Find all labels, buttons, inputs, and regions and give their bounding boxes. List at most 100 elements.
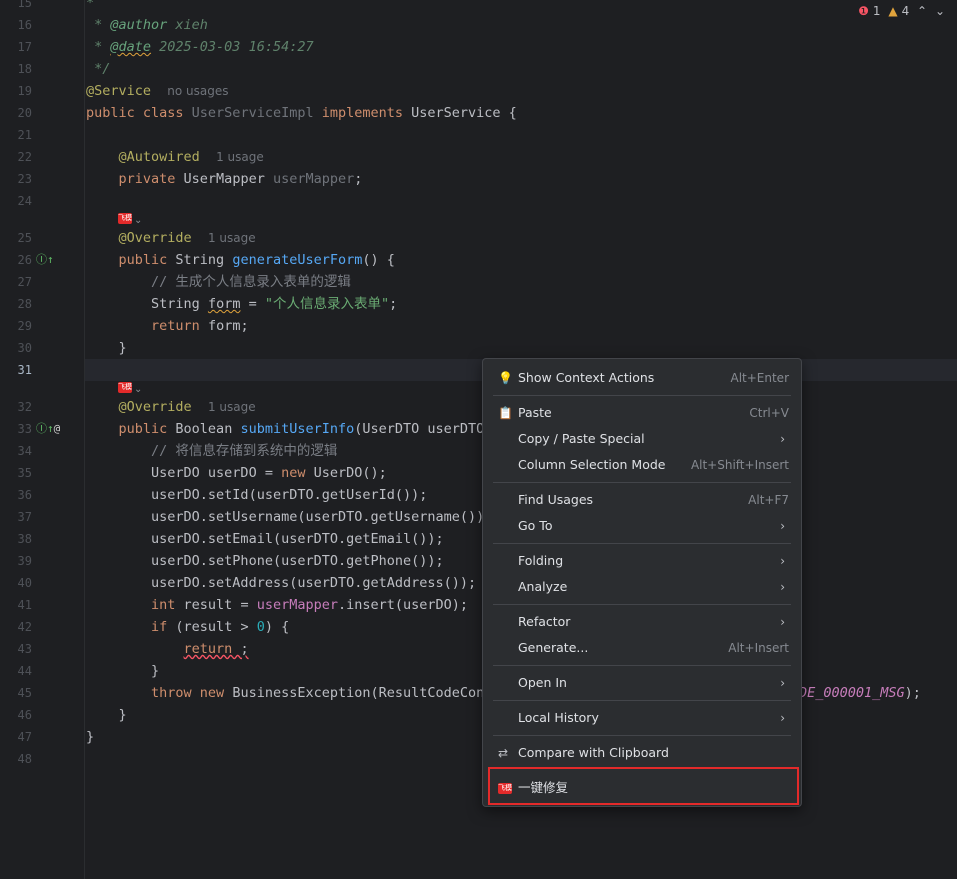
menu-item-folding[interactable]: Folding › <box>483 548 801 574</box>
code-line: @Override 1 usage <box>118 230 256 246</box>
menu-separator <box>493 395 791 396</box>
compare-icon: ⇄ <box>498 746 509 760</box>
error-icon: ❶ <box>858 4 869 18</box>
code-line: public String generateUserForm() { <box>118 252 395 268</box>
line-number: 35 <box>17 466 32 480</box>
menu-separator <box>493 700 791 701</box>
code-line: @Service no usages <box>86 83 229 99</box>
usage-hint[interactable]: no usages <box>167 84 228 98</box>
line-number: 21 <box>17 128 32 142</box>
code-line: // 将信息存储到系统中的逻辑 <box>151 443 338 459</box>
line-number: 43 <box>17 642 32 656</box>
menu-item-copy-paste-special[interactable]: Copy / Paste Special › <box>483 426 801 452</box>
code-line: */ <box>86 61 111 77</box>
implements-gutter-icon[interactable]: Ⓘ↑ <box>36 249 54 271</box>
menu-item-compare-with-clipboard[interactable]: ⇄ Compare with Clipboard <box>483 740 801 766</box>
code-line: } <box>86 729 95 745</box>
warning-count: 4 <box>901 4 910 18</box>
line-number: 47 <box>17 730 32 744</box>
code-line: return form; <box>151 318 249 334</box>
chevron-right-icon: › <box>780 519 785 533</box>
menu-item-paste[interactable]: 📋 Paste Ctrl+V <box>483 400 801 426</box>
code-line: int result = userMapper.insert(userDO); <box>151 597 469 613</box>
chevron-right-icon: › <box>780 676 785 690</box>
line-number: 15 <box>17 0 32 10</box>
chevron-right-icon: › <box>780 615 785 629</box>
next-highlight-icon[interactable]: ⌄ <box>935 4 945 18</box>
menu-item-refactor[interactable]: Refactor › <box>483 609 801 635</box>
usage-hint[interactable]: 1 usage <box>208 400 256 414</box>
line-number: 37 <box>17 510 32 524</box>
code-line: // 生成个人信息录入表单的逻辑 <box>151 274 351 290</box>
menu-item-local-history[interactable]: Local History › <box>483 705 801 731</box>
code-line: if (result > 0) { <box>151 619 290 635</box>
chevron-down-icon: ⌄ <box>134 215 143 226</box>
code-line: private UserMapper userMapper; <box>118 171 363 187</box>
line-number: 48 <box>17 752 32 766</box>
inspection-status[interactable]: ❶1 ▲ 4 ⌃ ⌄ <box>858 4 949 18</box>
code-line: userDO.setEmail(userDTO.getEmail()); <box>151 531 444 547</box>
menu-separator <box>493 604 791 605</box>
code-line: public class UserServiceImpl implements … <box>86 105 517 121</box>
line-number: 19 <box>17 84 32 98</box>
menu-item-analyze[interactable]: Analyze › <box>483 574 801 600</box>
code-line: @Override 1 usage <box>118 399 256 415</box>
menu-separator <box>493 482 791 483</box>
menu-separator <box>493 543 791 544</box>
line-number: 31 <box>17 363 32 377</box>
line-number: 30 <box>17 341 32 355</box>
editor-gutter: 15 16 17 18 19 20 21 22 23 24 25 26 27 2… <box>0 0 85 879</box>
code-line: } <box>151 663 160 679</box>
line-number: 26 <box>17 253 32 267</box>
code-line: } <box>118 340 127 356</box>
code-line: userDO.setPhone(userDTO.getPhone()); <box>151 553 444 569</box>
line-number: 29 <box>17 319 32 333</box>
menu-item-go-to[interactable]: Go To › <box>483 513 801 539</box>
plugin-inlay[interactable]: 飞模 ⌄ <box>118 376 142 398</box>
plugin-inlay[interactable]: 飞模 ⌄ <box>118 207 142 229</box>
menu-item-column-selection-mode[interactable]: Column Selection Mode Alt+Shift+Insert <box>483 452 801 478</box>
chevron-right-icon: › <box>780 554 785 568</box>
code-line: @Autowired 1 usage <box>118 149 264 165</box>
line-number: 27 <box>17 275 32 289</box>
line-number: 33 <box>17 422 32 436</box>
code-line: } <box>118 707 127 723</box>
line-number: 28 <box>17 297 32 311</box>
chevron-right-icon: › <box>780 711 785 725</box>
code-line: userDO.setUsername(userDTO.getUsername()… <box>151 509 493 525</box>
implements-gutter-icon[interactable]: Ⓘ↑@ <box>36 418 60 440</box>
code-line-tail: DE_000001_MSG); <box>799 685 921 701</box>
line-number: 46 <box>17 708 32 722</box>
menu-item-open-in[interactable]: Open In › <box>483 670 801 696</box>
menu-item-generate[interactable]: Generate... Alt+Insert <box>483 635 801 661</box>
code-line: * @date 2025-03-03 16:54:27 <box>86 39 314 55</box>
code-line: throw new BusinessException(ResultCodeCo… <box>151 685 493 701</box>
line-number: 25 <box>17 231 32 245</box>
plugin-logo-icon: 飞模 <box>118 213 132 224</box>
line-number: 23 <box>17 172 32 186</box>
code-line: String form = "个人信息录入表单"; <box>151 296 398 312</box>
line-number: 18 <box>17 62 32 76</box>
line-number: 45 <box>17 686 32 700</box>
usage-hint[interactable]: 1 usage <box>208 231 256 245</box>
usage-hint[interactable]: 1 usage <box>216 150 264 164</box>
warning-icon: ▲ <box>888 4 898 18</box>
menu-item-one-click-fix[interactable]: 飞模 一键修复 <box>483 775 801 801</box>
line-number: 38 <box>17 532 32 546</box>
line-number: 32 <box>17 400 32 414</box>
at-icon[interactable]: @ <box>54 422 61 435</box>
line-number: 39 <box>17 554 32 568</box>
error-count: 1 <box>872 4 881 18</box>
line-number: 20 <box>17 106 32 120</box>
menu-item-find-usages[interactable]: Find Usages Alt+F7 <box>483 487 801 513</box>
chevron-down-icon: ⌄ <box>134 384 143 395</box>
code-line: UserDO userDO = new UserDO(); <box>151 465 387 481</box>
line-number: 41 <box>17 598 32 612</box>
line-number: 17 <box>17 40 32 54</box>
previous-highlight-icon[interactable]: ⌃ <box>917 4 927 18</box>
code-line: userDO.setAddress(userDTO.getAddress()); <box>151 575 477 591</box>
menu-separator <box>493 735 791 736</box>
code-line: * <box>86 0 95 11</box>
plugin-logo-icon: 飞模 <box>118 382 132 393</box>
menu-item-show-context-actions[interactable]: 💡 Show Context Actions Alt+Enter <box>483 365 801 391</box>
